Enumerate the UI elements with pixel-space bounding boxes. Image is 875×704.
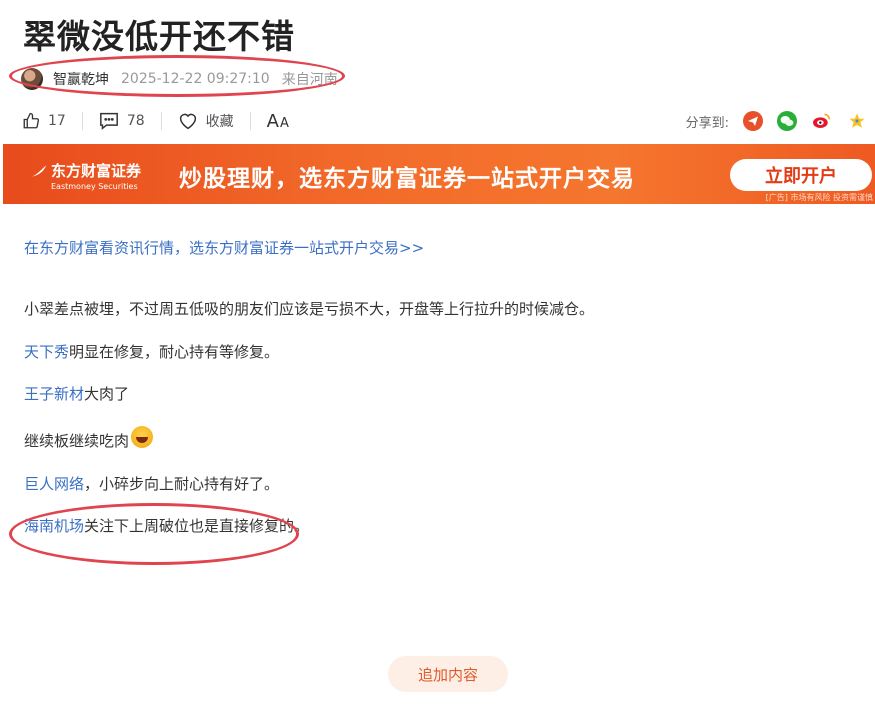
ad-banner[interactable]: 东方财富证券 Eastmoney Securities 炒股理财，选东方财富证券…: [3, 144, 875, 204]
send-share-icon[interactable]: [743, 111, 763, 131]
comment-count: 78: [126, 113, 145, 129]
paragraph-5-text: ，小碎步向上耐心持有好了。: [84, 475, 280, 493]
ad-disclaimer: [广告] 市场有风险 投资需谨慎: [765, 193, 873, 202]
paragraph-2-text: 明显在修复，耐心持有等修复。: [69, 343, 280, 361]
divider: [81, 112, 83, 130]
promo-link[interactable]: 在东方财富看资讯行情，选东方财富证券一站式开户交易>>: [24, 239, 424, 257]
broker-logo: 东方财富证券 Eastmoney Securities: [31, 160, 141, 191]
stock-link-wangzixincai[interactable]: 王子新材: [24, 385, 84, 403]
thumbs-up-icon: [22, 112, 40, 130]
paragraph-4: 继续板继续吃肉: [24, 426, 154, 453]
logo-cn-text: 东方财富证券: [51, 162, 142, 180]
article-toolbar: 17 78 收藏 AA 分享到:: [22, 108, 867, 134]
article-page: 翠微没低开还不错 智赢乾坤 2025-12-22 09:27:10 来自河南 1…: [0, 0, 875, 704]
weibo-icon[interactable]: [811, 110, 833, 132]
stock-link-jurenwangluo[interactable]: 巨人网络: [24, 475, 84, 493]
open-account-button[interactable]: 立即开户: [730, 159, 872, 191]
banner-slogan: 炒股理财，选东方财富证券一站式开户交易: [179, 166, 635, 192]
star-icon[interactable]: [847, 111, 867, 131]
paragraph-2: 天下秀明显在修复，耐心持有等修复。: [24, 340, 279, 364]
like-button[interactable]: 17: [22, 112, 66, 130]
comment-icon: [99, 112, 119, 130]
annotation-ellipse-paragraph: [9, 503, 299, 565]
divider: [249, 112, 251, 130]
share-label: 分享到:: [685, 115, 729, 131]
divider: [160, 112, 162, 130]
favorite-button[interactable]: 收藏: [178, 111, 234, 131]
paragraph-3-text: 大肉了: [84, 385, 130, 403]
laughing-emoji-icon: [131, 426, 154, 448]
heart-icon: [178, 112, 198, 130]
wechat-icon[interactable]: [777, 111, 797, 131]
paragraph-5: 巨人网络，小碎步向上耐心持有好了。: [24, 472, 279, 496]
annotation-ellipse-meta: [9, 55, 345, 97]
font-size-button[interactable]: AA: [267, 111, 290, 132]
like-count: 17: [48, 113, 66, 129]
font-big-label: A: [266, 110, 280, 132]
logo-en-text: Eastmoney Securities: [51, 182, 138, 191]
article-title: 翠微没低开还不错: [23, 17, 295, 56]
paragraph-3: 王子新材大肉了: [24, 382, 129, 406]
favorite-label: 收藏: [205, 114, 234, 130]
font-small-label: A: [279, 115, 290, 131]
paragraph-1: 小翠差点被埋，不过周五低吸的朋友们应该是亏损不大，开盘等上行拉升的时候减仓。: [24, 300, 595, 318]
comment-button[interactable]: 78: [99, 112, 145, 130]
paragraph-4-text: 继续板继续吃肉: [24, 432, 130, 450]
add-content-button[interactable]: 追加内容: [388, 656, 508, 692]
share-group: 分享到:: [686, 110, 867, 132]
promo-paragraph: 在东方财富看资讯行情，选东方财富证券一站式开户交易>>: [24, 236, 424, 260]
stock-link-tianxiaxiu[interactable]: 天下秀: [24, 343, 69, 361]
